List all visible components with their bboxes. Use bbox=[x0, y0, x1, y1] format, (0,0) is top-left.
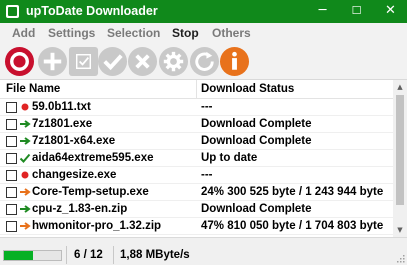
stop-button[interactable] bbox=[4, 46, 35, 77]
green-arrow-icon bbox=[19, 118, 31, 130]
row-checkbox[interactable] bbox=[6, 119, 17, 130]
scroll-up-icon[interactable]: ▲ bbox=[393, 80, 407, 94]
file-name: 7z1801.exe bbox=[32, 118, 93, 130]
settings-button[interactable] bbox=[158, 46, 189, 77]
download-status: Download Complete bbox=[201, 118, 312, 130]
column-header-status[interactable]: Download Status bbox=[201, 83, 294, 95]
app-icon bbox=[6, 5, 19, 18]
remove-icon bbox=[127, 46, 158, 77]
menu-others[interactable]: Others bbox=[212, 26, 251, 40]
add-button[interactable] bbox=[37, 46, 68, 77]
file-name: Core-Temp-setup.exe bbox=[32, 186, 149, 198]
menu-stop[interactable]: Stop bbox=[172, 26, 199, 40]
file-name: aida64extreme595.exe bbox=[32, 152, 154, 164]
file-name: 7z1801-x64.exe bbox=[32, 135, 116, 147]
minimize-button[interactable]: ─ bbox=[306, 0, 339, 23]
refresh-icon bbox=[189, 46, 220, 77]
file-list: File Name Download Status 59.0b11.txt --… bbox=[0, 80, 393, 237]
column-header-file-name[interactable]: File Name bbox=[6, 83, 60, 95]
resize-grip-icon[interactable] bbox=[396, 254, 405, 263]
download-status: Download Complete bbox=[201, 203, 312, 215]
stop-icon bbox=[4, 46, 35, 77]
red-dot-icon bbox=[19, 101, 31, 113]
menu-bar: Add Settings Selection Stop Others bbox=[0, 23, 407, 43]
download-status: --- bbox=[201, 169, 213, 181]
status-divider bbox=[66, 246, 67, 264]
file-name: changesize.exe bbox=[32, 169, 117, 181]
overall-progress-bar bbox=[3, 250, 62, 261]
window-title: upToDate Downloader bbox=[26, 4, 158, 18]
download-speed: 1,88 MByte/s bbox=[120, 249, 190, 261]
scroll-thumb[interactable] bbox=[396, 95, 404, 205]
row-checkbox[interactable] bbox=[6, 187, 17, 198]
download-status: 24% 300 525 byte / 1 243 944 byte bbox=[201, 186, 384, 198]
file-count: 6 / 12 bbox=[74, 249, 103, 261]
file-name: cpu-z_1.83-en.zip bbox=[32, 203, 128, 215]
download-status: Up to date bbox=[201, 152, 258, 164]
red-dot-icon bbox=[19, 169, 31, 181]
select-icon bbox=[68, 46, 99, 77]
orange-arrow-icon bbox=[19, 220, 31, 232]
menu-add[interactable]: Add bbox=[12, 26, 35, 40]
toolbar bbox=[0, 43, 407, 80]
check-button[interactable] bbox=[97, 46, 128, 77]
green-arrow-icon bbox=[19, 135, 31, 147]
row-checkbox[interactable] bbox=[6, 136, 17, 147]
file-row[interactable]: Core-Temp-setup.exe 24% 300 525 byte / 1… bbox=[0, 184, 393, 201]
vertical-scrollbar[interactable]: ▲ ▼ bbox=[393, 80, 407, 237]
file-row[interactable]: 59.0b11.txt --- bbox=[0, 99, 393, 116]
file-row[interactable]: changesize.exe --- bbox=[0, 167, 393, 184]
refresh-button[interactable] bbox=[189, 46, 220, 77]
menu-selection[interactable]: Selection bbox=[107, 26, 160, 40]
download-status: 47% 810 050 byte / 1 704 803 byte bbox=[201, 220, 384, 232]
orange-arrow-icon bbox=[19, 186, 31, 198]
select-button[interactable] bbox=[68, 46, 99, 77]
row-checkbox[interactable] bbox=[6, 153, 17, 164]
green-arrow-icon bbox=[19, 203, 31, 215]
add-icon bbox=[37, 46, 68, 77]
progress-fill bbox=[4, 251, 33, 260]
info-button[interactable] bbox=[219, 46, 250, 77]
file-name: 59.0b11.txt bbox=[32, 101, 91, 113]
download-status: Download Complete bbox=[201, 135, 312, 147]
remove-button[interactable] bbox=[127, 46, 158, 77]
settings-gear-icon bbox=[158, 46, 189, 77]
menu-settings[interactable]: Settings bbox=[48, 26, 95, 40]
row-checkbox[interactable] bbox=[6, 221, 17, 232]
status-bar: 6 / 12 1,88 MByte/s bbox=[0, 237, 407, 265]
scroll-down-icon[interactable]: ▼ bbox=[393, 223, 407, 237]
file-row[interactable]: 7z1801.exe Download Complete bbox=[0, 116, 393, 133]
green-check-icon bbox=[19, 152, 31, 164]
title-bar: upToDate Downloader ─ ☐ ✕ bbox=[0, 0, 407, 23]
file-name: hwmonitor-pro_1.32.zip bbox=[32, 220, 162, 232]
file-row[interactable]: aida64extreme595.exe Up to date bbox=[0, 150, 393, 167]
column-divider[interactable] bbox=[196, 80, 197, 99]
row-checkbox[interactable] bbox=[6, 170, 17, 181]
close-button[interactable]: ✕ bbox=[374, 0, 407, 23]
list-header: File Name Download Status bbox=[0, 80, 393, 99]
row-checkbox[interactable] bbox=[6, 204, 17, 215]
maximize-button[interactable]: ☐ bbox=[340, 0, 373, 23]
file-row[interactable]: hwmonitor-pro_1.32.zip 47% 810 050 byte … bbox=[0, 218, 393, 235]
check-icon bbox=[97, 46, 128, 77]
file-row[interactable]: 7z1801-x64.exe Download Complete bbox=[0, 133, 393, 150]
download-status: --- bbox=[201, 101, 213, 113]
info-icon bbox=[219, 46, 250, 77]
status-divider bbox=[113, 246, 114, 264]
file-row[interactable]: cpu-z_1.83-en.zip Download Complete bbox=[0, 201, 393, 218]
row-checkbox[interactable] bbox=[6, 102, 17, 113]
